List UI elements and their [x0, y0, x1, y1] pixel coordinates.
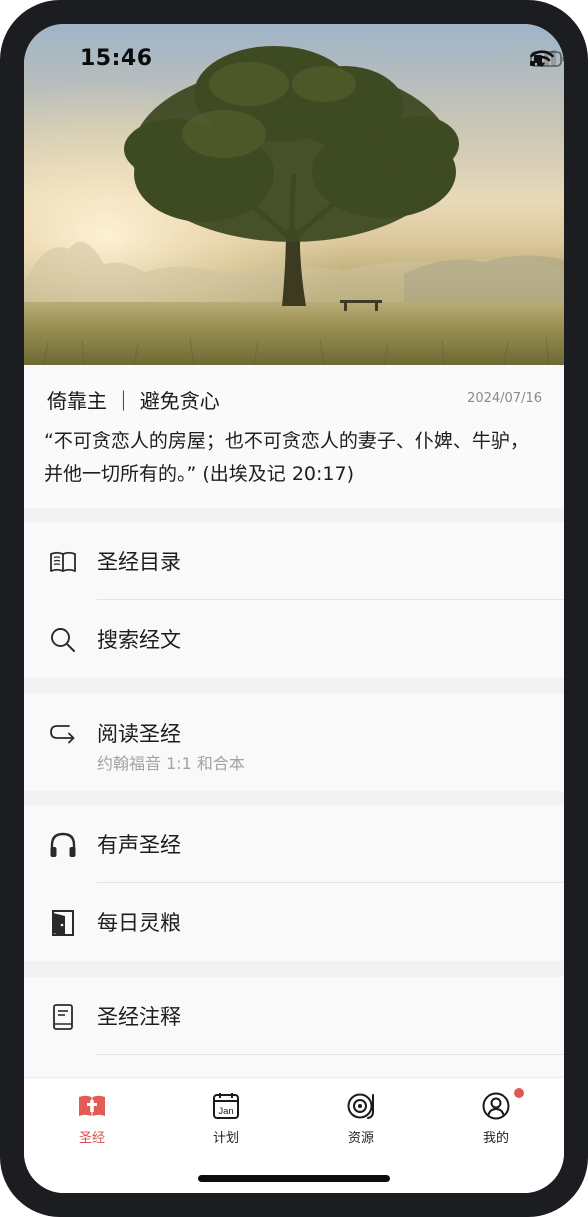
tab-plan[interactable]: Jan 计划: [186, 1090, 266, 1150]
menu-group-bible: 圣经目录 搜索经文: [24, 522, 564, 678]
menu-label-bible-commentary: 圣经注释: [97, 1005, 181, 1029]
menu-label-audio-bible: 有声圣经: [97, 833, 181, 857]
verse-text: “不可贪恋人的房屋；也不可贪恋人的妻子、仆婢、牛驴，并他一切所有的。” (出埃及…: [44, 430, 529, 485]
menu-label-read-bible: 阅读圣经: [97, 722, 181, 746]
tab-label-resources: 资源: [347, 1131, 374, 1146]
vinyl-record-icon: [347, 1093, 374, 1119]
tab-profile[interactable]: 我的: [456, 1088, 536, 1150]
tab-bar: 圣经 Jan 计划 资源 我的: [24, 1077, 564, 1193]
verse-date: 2024/07/16: [467, 391, 542, 406]
verse-title: 倚靠主 ｜ 避免贪心: [47, 389, 220, 413]
tab-resources[interactable]: 资源: [321, 1090, 401, 1150]
tab-label-profile: 我的: [482, 1131, 509, 1146]
phone-frame: 15:46 倚靠主 ｜ 避免贪心 2024/07/16 “不可贪恋人的房屋；也不…: [0, 0, 588, 1217]
menu-sublabel-current-passage: 约翰福音 1:1 和合本: [97, 754, 245, 773]
tab-label-plan: 计划: [212, 1131, 239, 1146]
headphones-icon: [50, 832, 76, 857]
tab-bible[interactable]: 圣经: [52, 1090, 132, 1150]
calendar-icon: Jan: [213, 1093, 239, 1119]
menu-label-search-verses: 搜索经文: [97, 628, 181, 652]
hero-image: 15:46: [24, 24, 564, 365]
menu-group-media: 有声圣经 每日灵粮: [24, 805, 564, 961]
home-indicator: [198, 1175, 390, 1182]
return-arrow-icon: [50, 725, 75, 744]
menu-label-bible-index: 圣经目录: [97, 550, 181, 574]
status-bar: 15:46: [24, 24, 564, 84]
menu-group-reading: 阅读圣经 约翰福音 1:1 和合本: [24, 694, 564, 791]
notification-badge: [514, 1088, 524, 1098]
menu-label-daily-bread: 每日灵粮: [97, 911, 181, 935]
search-icon: [51, 628, 75, 652]
tab-label-bible: 圣经: [78, 1131, 105, 1146]
profile-icon: [482, 1092, 510, 1120]
menu-item-search-verses[interactable]: 搜索经文: [24, 600, 564, 678]
notebook-icon: [53, 1004, 73, 1030]
battery-icon: [530, 51, 564, 67]
screen: 15:46 倚靠主 ｜ 避免贪心 2024/07/16 “不可贪恋人的房屋；也不…: [24, 24, 564, 1193]
status-time: 15:46: [80, 46, 153, 71]
menu-group-study: 圣经注释: [24, 977, 564, 1077]
divider: [97, 1054, 564, 1055]
menu-item-audio-bible[interactable]: 有声圣经: [24, 805, 564, 883]
bible-icon: [79, 1095, 105, 1116]
daily-verse-card[interactable]: 倚靠主 ｜ 避免贪心 2024/07/16 “不可贪恋人的房屋；也不可贪恋人的妻…: [24, 365, 564, 508]
menu-item-bible-commentary[interactable]: 圣经注释: [24, 977, 564, 1055]
menu-item-read-bible[interactable]: 阅读圣经 约翰福音 1:1 和合本: [24, 694, 564, 791]
open-book-icon: [50, 551, 76, 572]
menu-item-daily-bread[interactable]: 每日灵粮: [24, 883, 564, 961]
calendar-month-text: Jan: [218, 1106, 233, 1117]
door-icon: [52, 910, 74, 936]
menu-item-bible-index[interactable]: 圣经目录: [24, 522, 564, 600]
